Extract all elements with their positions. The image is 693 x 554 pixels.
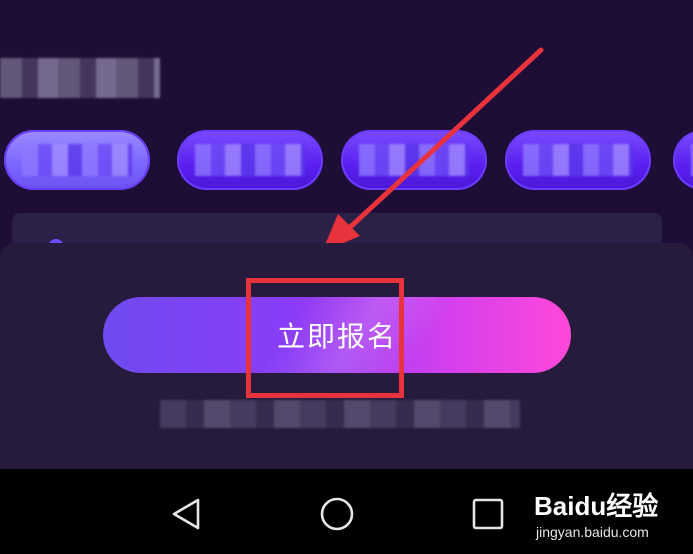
recents-icon[interactable] [470,496,506,532]
home-icon[interactable] [318,496,356,532]
blurred-footer-text [160,400,520,428]
back-icon[interactable] [168,496,204,532]
watermark-url: jingyan.baidu.com [536,524,649,540]
watermark-logo: Baidu经验 [534,491,659,521]
annotation-highlight-box [246,278,404,398]
baidu-jingyan-watermark: Baidu经验 jingyan.baidu.com [530,478,690,548]
